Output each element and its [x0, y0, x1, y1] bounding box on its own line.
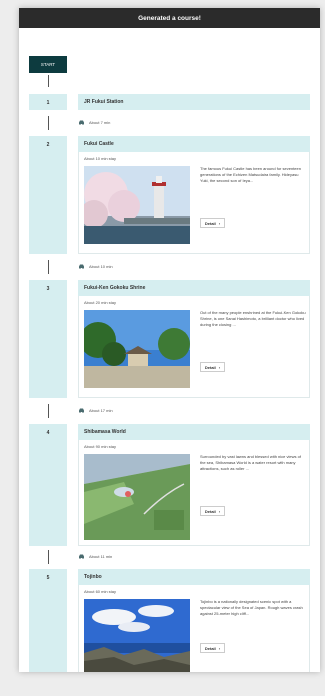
stop-photo-gokoku-shrine[interactable] — [84, 310, 190, 388]
stop-details: About 10 min stay The famous Fukui Castl… — [78, 152, 310, 254]
detail-label: Detail — [204, 364, 216, 370]
stop-number: 3 — [46, 286, 50, 292]
timeline-connector — [48, 550, 49, 564]
start-label: START — [40, 62, 56, 67]
stop-photo-shibamasa-world[interactable] — [84, 454, 190, 540]
detail-button[interactable]: Detail › — [200, 506, 225, 516]
stop-photo-fukui-castle[interactable] — [84, 166, 190, 244]
stop-details: About 60 min stay Tojinbo is a nationall… — [78, 585, 310, 672]
course-card: Generated a course! START 1 JR Fukui Sta… — [19, 8, 320, 672]
stay-duration: About 60 min stay — [84, 589, 117, 594]
transit-row: About 7 min — [78, 120, 110, 125]
stop-name: Fukui Castle — [84, 141, 114, 147]
stop-title-bar[interactable]: Fukui Castle — [78, 136, 310, 152]
detail-label: Detail — [204, 508, 216, 514]
detail-button[interactable]: Detail › — [200, 218, 225, 228]
chevron-right-icon: › — [218, 508, 221, 514]
page-title: Generated a course! — [138, 14, 201, 22]
stay-duration: About 90 min stay — [84, 444, 117, 449]
stop-description: Out of the many people enshrined at the … — [200, 310, 306, 327]
transit-time: About 7 min — [89, 120, 111, 125]
detail-label: Detail — [204, 645, 216, 651]
stop-title-bar[interactable]: JR Fukui Station — [78, 94, 310, 110]
stay-duration: About 20 min stay — [84, 300, 117, 305]
stop-details: About 20 min stay Out of the many people… — [78, 296, 310, 398]
timeline-connector — [48, 404, 49, 418]
stop-photo-tojinbo[interactable] — [84, 599, 190, 672]
detail-button[interactable]: Detail › — [200, 362, 225, 372]
car-icon — [79, 264, 84, 269]
transit-row: About 11 min — [78, 554, 112, 559]
stop-number: 5 — [46, 575, 50, 581]
stop-number-box: 3 — [29, 280, 67, 398]
stop-number-box: 4 — [29, 424, 67, 546]
transit-time: About 11 min — [89, 554, 113, 559]
stop-name: Shibamasa World — [84, 429, 126, 435]
detail-label: Detail — [204, 220, 216, 226]
stop-description: Tojinbo is a nationally designated sceni… — [200, 599, 303, 616]
start-marker: START — [29, 56, 67, 73]
stop-number-box: 5 — [29, 569, 67, 672]
chevron-right-icon: › — [218, 220, 221, 226]
car-icon — [79, 554, 84, 559]
stay-duration: About 10 min stay — [84, 156, 117, 161]
transit-row: About 10 min — [78, 264, 113, 269]
car-icon — [79, 120, 84, 125]
stop-name: Tojinbo — [84, 574, 102, 580]
chevron-right-icon: › — [218, 645, 221, 651]
stop-number: 2 — [46, 142, 50, 148]
transit-time: About 10 min — [89, 264, 113, 269]
stop-description: Surrounded by vast lawns and blessed wit… — [200, 454, 301, 471]
page-header: Generated a course! — [19, 8, 320, 28]
stop-details: About 90 min stay Surrounded by vast law… — [78, 440, 310, 546]
timeline-connector — [48, 116, 49, 130]
stop-title-bar[interactable]: Shibamasa World — [78, 424, 310, 440]
stop-title-bar[interactable]: Fukui-Ken Gokoku Shrine — [78, 280, 310, 296]
stop-number: 4 — [46, 430, 50, 436]
stop-number-box: 1 — [29, 94, 67, 110]
detail-button[interactable]: Detail › — [200, 643, 225, 653]
transit-row: About 17 min — [78, 408, 113, 413]
stop-name: JR Fukui Station — [84, 99, 124, 105]
car-icon — [79, 408, 84, 413]
timeline-connector — [48, 75, 49, 87]
stop-title-bar[interactable]: Tojinbo — [78, 569, 310, 585]
stop-name: Fukui-Ken Gokoku Shrine — [84, 285, 146, 291]
transit-time: About 17 min — [89, 408, 113, 413]
stop-description: The famous Fukui Castle has been around … — [200, 166, 301, 183]
timeline-connector — [48, 260, 49, 274]
stop-number: 1 — [46, 100, 50, 106]
stop-number-box: 2 — [29, 136, 67, 254]
chevron-right-icon: › — [218, 364, 221, 370]
